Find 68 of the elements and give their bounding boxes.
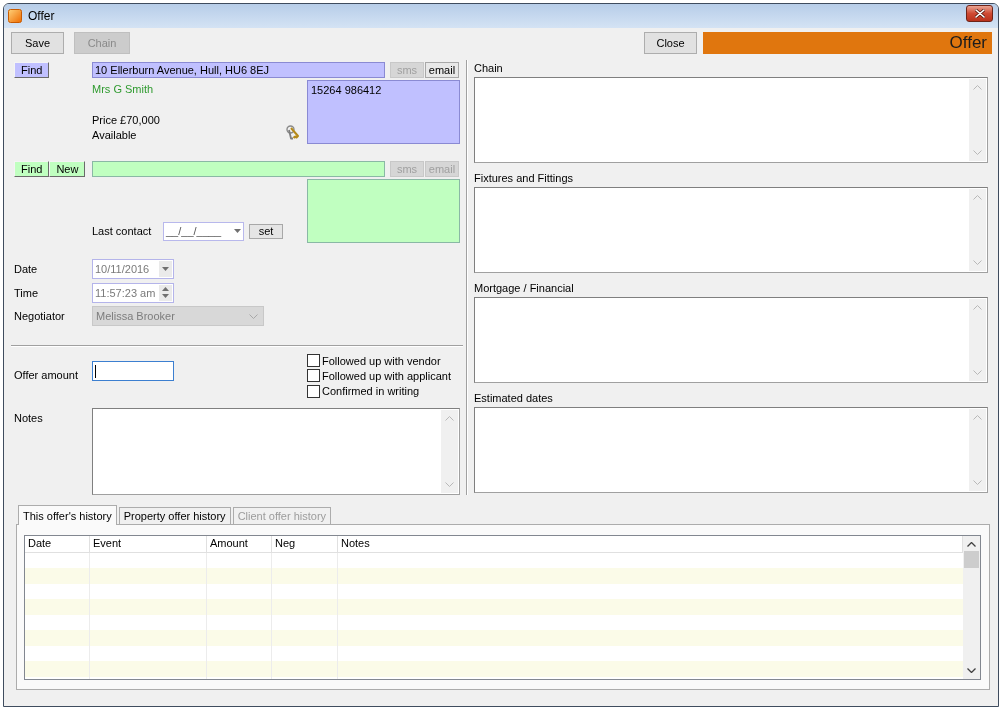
column-header[interactable]: Neg (272, 536, 338, 552)
chevron-down-icon (445, 482, 454, 487)
text-area[interactable] (474, 187, 988, 273)
section-label: Mortgage / Financial (474, 282, 574, 296)
email-button[interactable]: email (425, 62, 459, 78)
field-label: Time (13, 286, 40, 299)
checkbox[interactable] (307, 369, 320, 383)
chevron-up-icon (445, 416, 454, 421)
chevron-up-icon (973, 85, 982, 90)
text-cursor-icon (95, 364, 96, 378)
text-area[interactable] (474, 77, 988, 163)
contact-button[interactable]: Find (14, 62, 50, 78)
checkbox-label: Followed up with vendor (322, 354, 441, 367)
field-label: Negotiator (13, 310, 66, 322)
chevron-up-icon (973, 415, 982, 420)
section-label: Estimated dates (474, 392, 553, 406)
chevron-up-icon (973, 305, 982, 310)
tab[interactable]: Property offer history (118, 507, 231, 524)
chevron-down-icon (973, 260, 982, 265)
date-field[interactable]: __/__/____ (163, 221, 244, 241)
toolbar-button[interactable]: Save (11, 32, 64, 54)
checkbox[interactable] (307, 384, 320, 398)
form-banner: Offer (703, 32, 992, 54)
field-label: Date (13, 263, 39, 275)
contact-box[interactable] (307, 179, 460, 243)
column-header[interactable]: Amount (207, 536, 272, 552)
window-title: Offer (28, 9, 55, 23)
section-label: Fixtures and Fittings (474, 172, 574, 186)
dropdown-arrow-icon (233, 229, 241, 233)
checkbox-label: Confirmed in writing (322, 385, 420, 398)
column-header[interactable]: Date (25, 536, 90, 552)
chevron-down-icon (973, 480, 982, 485)
property-detail: Available (92, 128, 137, 143)
notes-text-area[interactable] (92, 408, 460, 495)
offer-amount-field[interactable] (92, 361, 174, 381)
contact-name: Mrs G Smith (92, 82, 154, 96)
chevron-up-icon[interactable] (967, 542, 976, 547)
dropdown-arrow-icon (162, 267, 169, 271)
checkbox[interactable] (307, 354, 320, 368)
column-header[interactable]: Event (90, 536, 207, 552)
text-area[interactable] (474, 407, 988, 493)
chevron-down-icon (249, 313, 258, 319)
scroll-thumb[interactable] (964, 551, 979, 568)
address-field[interactable]: 10 Ellerburn Avenue, Hull, HU6 8EJ (92, 62, 385, 78)
chevron-up-icon (973, 195, 982, 200)
field-label: Offer amount (13, 368, 79, 381)
address-field[interactable] (92, 161, 385, 177)
contact-box[interactable]: 15264 986412 (307, 80, 460, 144)
tab[interactable]: This offer's history (18, 505, 117, 525)
checkbox-label: Followed up with applicant (322, 370, 452, 382)
close-window-button[interactable] (966, 5, 993, 22)
close-icon (974, 9, 985, 18)
chevron-down-icon (973, 150, 982, 155)
field-label: Notes (13, 411, 44, 424)
chevron-down-icon[interactable] (967, 668, 976, 673)
close-button[interactable]: Close (644, 32, 697, 54)
text-area[interactable] (474, 297, 988, 383)
contact-button[interactable]: New (49, 161, 86, 177)
contact-button[interactable]: Find (14, 161, 50, 177)
scrollbar[interactable] (963, 536, 980, 679)
keys-icon (286, 125, 300, 140)
property-detail: Price £70,000 (92, 113, 160, 128)
chevron-down-icon (973, 370, 982, 375)
set-button[interactable]: set (249, 223, 283, 239)
app-icon (8, 9, 22, 23)
spinner-arrows-icon (162, 287, 169, 298)
field-label: Last contact (92, 225, 153, 237)
section-label: Chain (474, 62, 503, 76)
